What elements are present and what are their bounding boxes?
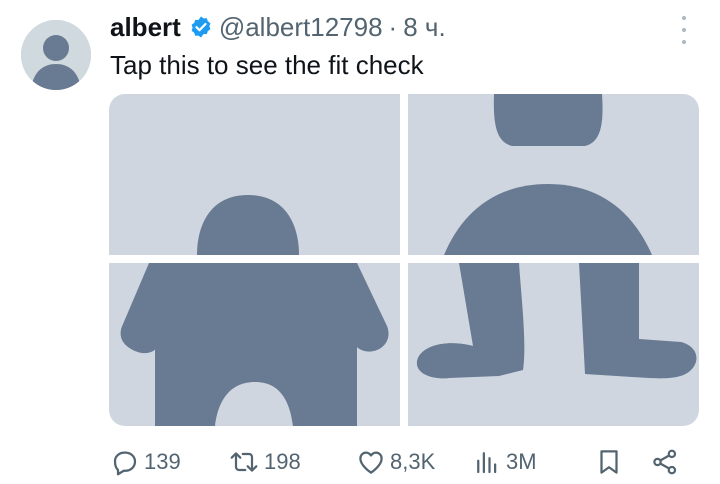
- author-name[interactable]: albert: [110, 12, 181, 43]
- bookmark-icon: [600, 450, 618, 474]
- more-options-icon[interactable]: [674, 16, 694, 44]
- timestamp[interactable]: 8 ч.: [403, 12, 445, 43]
- like-count: 8,3K: [390, 449, 436, 474]
- reply-icon: [113, 451, 137, 476]
- views-count: 3M: [506, 449, 537, 474]
- separator-dot: ·: [388, 11, 398, 42]
- tweet-text: Tap this to see the fit check: [110, 50, 424, 80]
- tweet-header: albert @albert12798 · 8 ч.: [110, 10, 660, 44]
- media-grid: [109, 94, 699, 426]
- avatar[interactable]: [21, 20, 91, 90]
- like-heart-icon: [359, 451, 383, 474]
- bookmark-button[interactable]: [594, 443, 624, 481]
- views-button[interactable]: 3M: [472, 443, 537, 481]
- reply-count: 139: [144, 449, 181, 474]
- share-icon: [653, 449, 677, 475]
- tweet-actions: 139 198 8,3K 3M: [110, 443, 694, 481]
- media-image-top-right[interactable]: [408, 94, 699, 255]
- media-image-bottom-left[interactable]: [109, 263, 400, 426]
- default-avatar-icon: [21, 20, 91, 90]
- media-image-top-left[interactable]: [109, 94, 400, 255]
- verified-badge-icon[interactable]: [189, 15, 213, 39]
- author-handle[interactable]: @albert12798: [219, 12, 383, 43]
- repost-count: 198: [264, 449, 301, 474]
- like-button[interactable]: 8,3K: [356, 443, 435, 481]
- reply-button[interactable]: 139: [110, 443, 181, 481]
- share-button[interactable]: [650, 443, 680, 481]
- media-image-bottom-right[interactable]: [408, 263, 699, 426]
- views-bar-chart-icon: [477, 452, 497, 474]
- repost-button[interactable]: 198: [228, 443, 301, 481]
- repost-icon: [230, 452, 258, 472]
